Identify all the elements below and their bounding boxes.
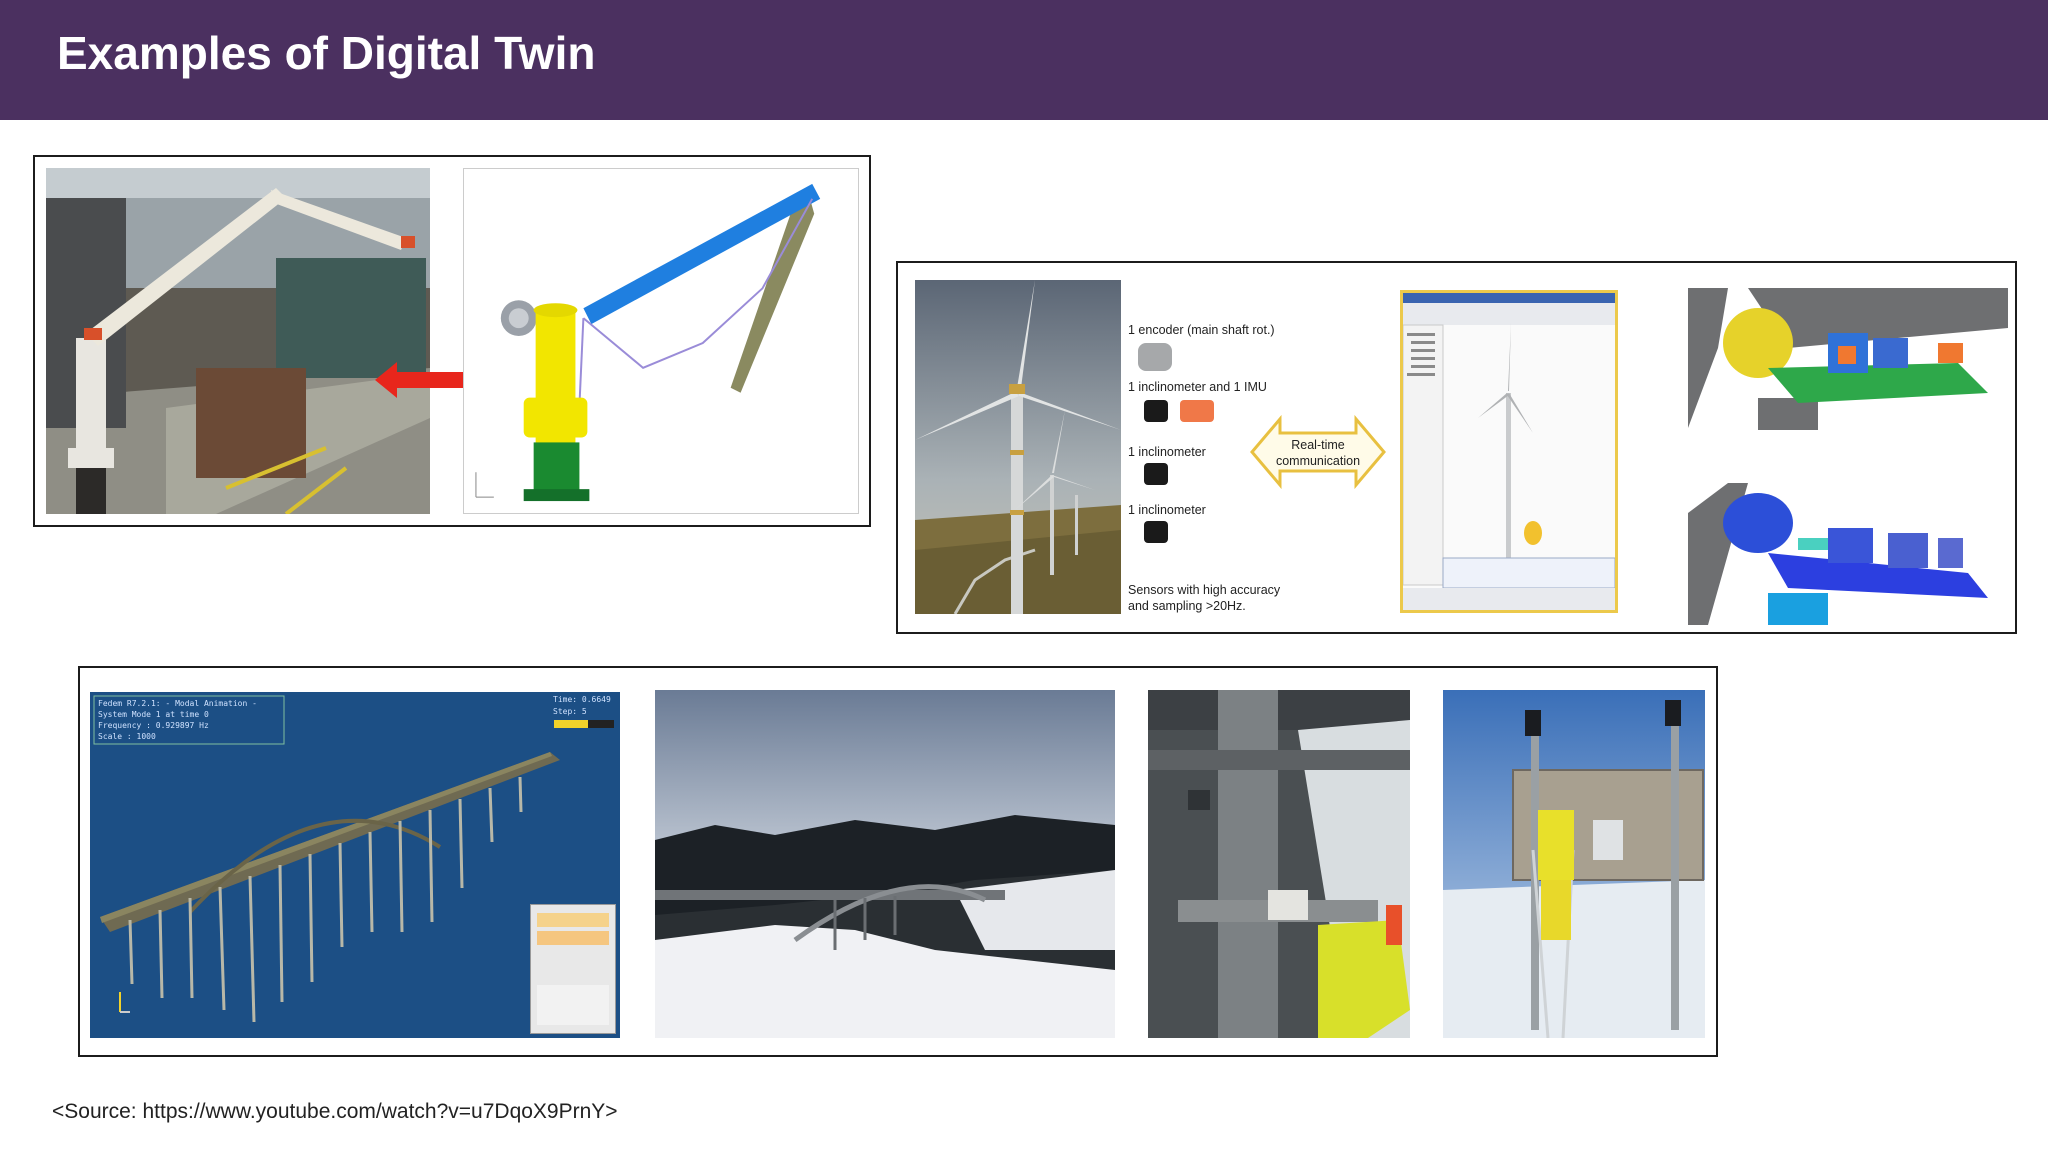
drivetrain-cad-model	[1688, 288, 2008, 430]
simulation-info: Fedem R7.2.1: - Modal Animation - System…	[98, 699, 257, 741]
sign-installation-photo	[1443, 690, 1705, 1038]
sensor-installation-photo	[1148, 690, 1410, 1038]
crane-panel	[33, 155, 871, 527]
slide-title: Examples of Digital Twin	[57, 27, 596, 79]
encoder-sensor-icon	[1138, 343, 1172, 371]
inclinometer-sensor-icon	[1144, 463, 1168, 485]
animation-control-panel	[530, 904, 616, 1034]
wind-turbine-panel: 1 encoder (main shaft rot.) 1 inclinomet…	[896, 261, 2017, 634]
source-citation: <Source: https://www.youtube.com/watch?v…	[52, 1100, 618, 1123]
imu-sensor-icon	[1180, 400, 1214, 422]
sensor-label: 1 inclinometer and 1 IMU	[1128, 380, 1267, 394]
crane-photo	[46, 168, 430, 514]
bridge-simulation-screenshot: Fedem R7.2.1: - Modal Animation - System…	[90, 692, 620, 1038]
crane-cad-model	[463, 168, 859, 514]
simulation-time: Time: 0.6649	[553, 695, 611, 704]
simulation-software-screenshot	[1400, 290, 1618, 613]
playback-controls	[537, 931, 609, 945]
sensors-note: Sensors with high accuracy	[1128, 583, 1281, 597]
bridge-panel: Fedem R7.2.1: - Modal Animation - System…	[78, 666, 1718, 1057]
drivetrain-fem-model	[1688, 483, 2008, 625]
bridge-photo	[655, 690, 1115, 1038]
simulation-step: Step: 5	[553, 707, 587, 716]
animation-options	[537, 985, 609, 1025]
sensor-label: 1 encoder (main shaft rot.)	[1128, 323, 1275, 337]
wind-turbine-photo	[915, 280, 1121, 614]
inclinometer-sensor-icon	[1144, 521, 1168, 543]
sensor-label: 1 inclinometer	[1128, 445, 1206, 459]
play-controls	[537, 913, 609, 927]
sensor-label: 1 inclinometer	[1128, 503, 1206, 517]
communication-label: Real-time communication	[1275, 438, 1361, 468]
sensors-note: and sampling >20Hz.	[1128, 599, 1246, 613]
inclinometer-sensor-icon	[1144, 400, 1168, 422]
slide-header: Examples of Digital Twin	[0, 0, 2048, 120]
